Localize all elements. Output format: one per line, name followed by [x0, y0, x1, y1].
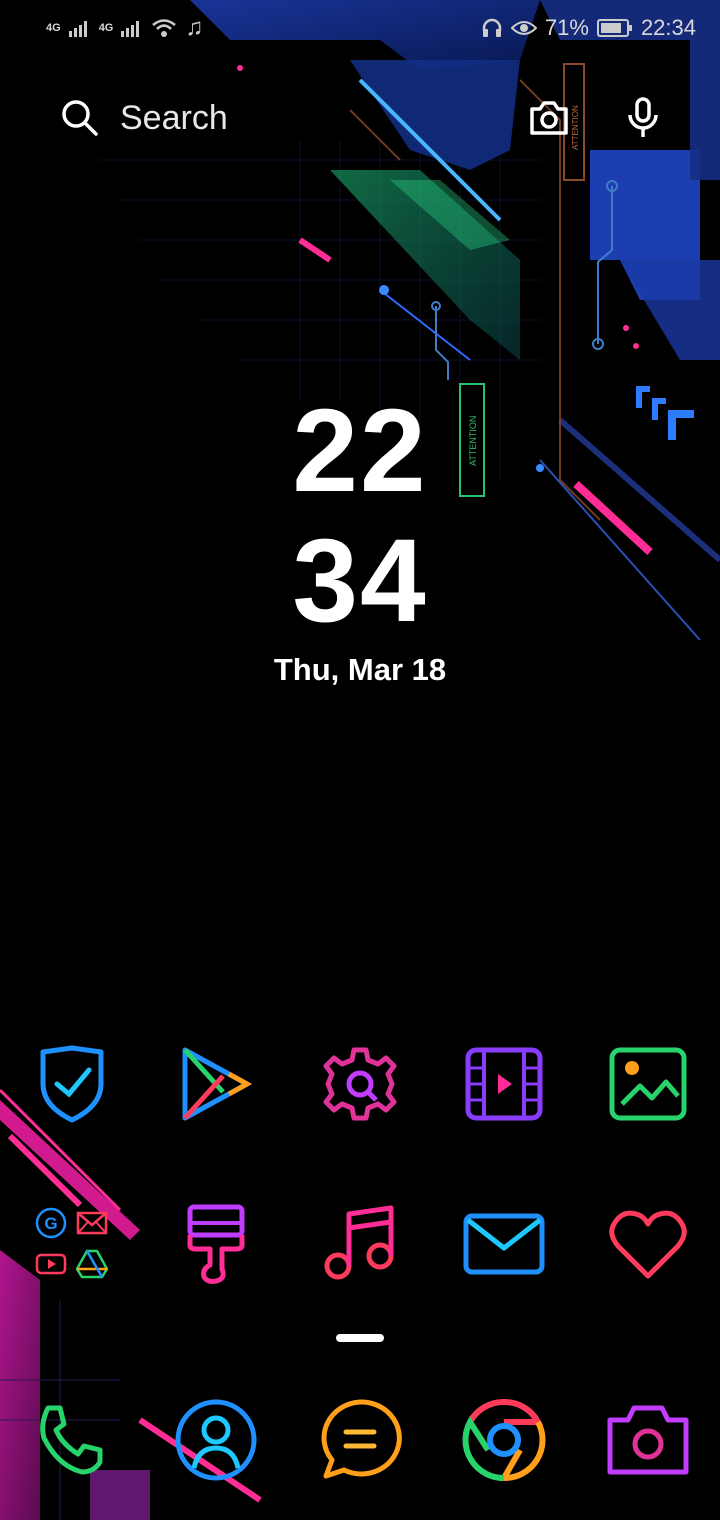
status-time: 22:34: [640, 15, 696, 40]
contacts-icon: [175, 1399, 257, 1481]
videos-app[interactable]: [456, 1036, 552, 1132]
headset-icon: [482, 18, 502, 37]
battery-icon: [596, 19, 632, 37]
app-grid: G: [0, 1036, 720, 1356]
themes-icon: [187, 1204, 245, 1284]
gallery-app[interactable]: [600, 1036, 696, 1132]
play-store-app[interactable]: [168, 1036, 264, 1132]
email-icon: [463, 1213, 545, 1275]
camera-app[interactable]: [600, 1392, 696, 1488]
health-app[interactable]: [600, 1196, 696, 1292]
security-icon: [40, 1045, 104, 1123]
gmail-icon: [76, 1211, 108, 1235]
gallery-icon: [609, 1047, 687, 1121]
status-bar: 4G 4G ♫ 71% 22:34: [0, 0, 720, 56]
messages-icon: [321, 1399, 402, 1479]
google-icon: G: [35, 1207, 67, 1239]
google-folder-grid: G: [30, 1202, 114, 1286]
wifi-icon: [152, 19, 177, 37]
battery-percent: 71%: [544, 15, 589, 40]
health-icon: [609, 1210, 687, 1279]
phone-icon: [40, 1405, 103, 1475]
dock: [0, 1390, 720, 1490]
clock-widget[interactable]: 22 34 Thu, Mar 18: [0, 392, 720, 685]
signal-1-icon: 4G: [46, 22, 61, 34]
messages-app[interactable]: [312, 1392, 408, 1488]
status-left: 4G 4G ♫: [46, 14, 203, 42]
search-placeholder[interactable]: Search: [120, 99, 228, 138]
contacts-app[interactable]: [168, 1392, 264, 1488]
google-folder[interactable]: G: [24, 1196, 120, 1292]
signal-bars-2-icon: [121, 21, 140, 37]
themes-app[interactable]: [168, 1196, 264, 1292]
music-note-icon: ♫: [185, 14, 204, 41]
clock-hours: 22: [292, 385, 428, 517]
drive-icon: [75, 1249, 109, 1279]
app-row-2: G: [0, 1196, 720, 1356]
app-row-1: [0, 1036, 720, 1196]
email-app[interactable]: [456, 1196, 552, 1292]
settings-app[interactable]: [312, 1036, 408, 1132]
eye-comfort-icon: [510, 21, 537, 35]
search-bar[interactable]: Search: [60, 90, 660, 146]
camera-search-icon[interactable]: [528, 99, 570, 137]
svg-text:G: G: [44, 1214, 57, 1233]
signal-bars-1-icon: [68, 21, 87, 37]
clock-minutes: 34: [292, 515, 428, 647]
search-actions: [528, 90, 660, 146]
security-app[interactable]: [24, 1036, 120, 1132]
videos-icon: [465, 1047, 543, 1121]
chrome-app[interactable]: [456, 1392, 552, 1488]
music-icon: [324, 1205, 394, 1280]
music-app[interactable]: [312, 1196, 408, 1292]
page-indicator[interactable]: [336, 1334, 384, 1342]
chrome-icon: [462, 1398, 546, 1482]
search-icon: [62, 100, 98, 136]
clock-date: Thu, Mar 18: [273, 652, 447, 687]
camera-icon: [607, 1405, 689, 1475]
phone-app[interactable]: [24, 1392, 120, 1488]
status-right: 71% 22:34: [481, 15, 696, 41]
play-store-icon: [182, 1047, 253, 1121]
signal-2-icon: 4G: [98, 22, 114, 34]
microphone-icon[interactable]: [626, 97, 660, 139]
settings-icon: [323, 1047, 397, 1121]
youtube-icon: [35, 1253, 67, 1275]
